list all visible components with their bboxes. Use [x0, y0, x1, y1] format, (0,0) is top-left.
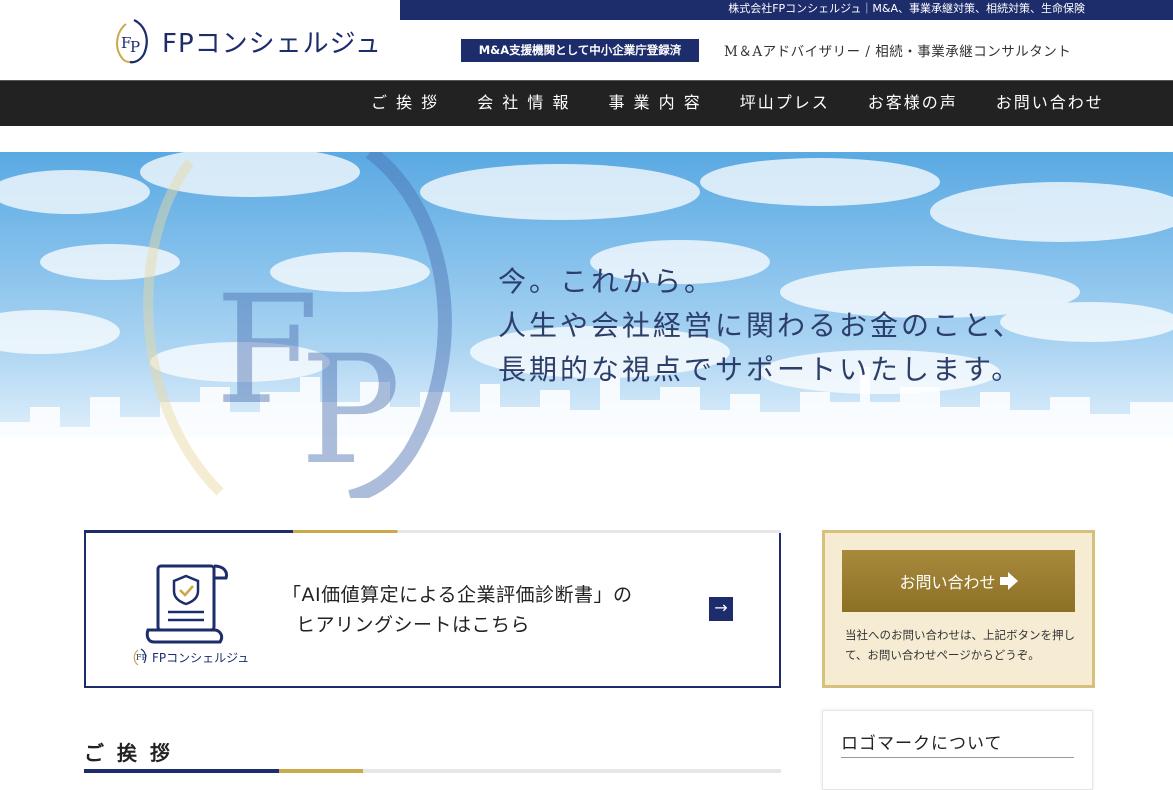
registration-badge: M&A支援機関として中小企業庁登録済 — [461, 39, 699, 62]
certificate-scroll-icon — [145, 564, 228, 644]
card-accent-line — [84, 530, 781, 533]
contact-button-label: お問い合わせ — [899, 573, 996, 592]
hero-message: 今。これから。 人生や会社経営に関わるお金のこと、 長期的な視点でサポートいたし… — [498, 260, 1024, 392]
nav-item-greeting[interactable]: ご 挨 拶 — [352, 81, 458, 127]
greeting-heading: ご 挨 拶 — [84, 741, 173, 765]
hero-line-3: 長期的な視点でサポートいたします。 — [498, 353, 1023, 386]
fp-small-logo-icon: FP — [133, 648, 148, 666]
card-title-line-1: 「AI価値算定による企業評価診断書」の — [282, 584, 633, 606]
hero-line-2: 人生や会社経営に関わるお金のこと、 — [498, 309, 1024, 342]
logomark-sidebar: ロゴマークについて — [822, 710, 1093, 790]
nav-item-company[interactable]: 会 社 情 報 — [458, 81, 589, 127]
contact-note: 当社へのお問い合わせは、上記ボタンを押して、お問い合わせページからどうぞ。 — [845, 628, 1075, 662]
card-brand: FP FPコンシェルジュ — [132, 648, 249, 666]
site-header: 株式会社FPコンシェルジュ｜M&A、事業承継対策、相続対策、生命保険 F P F… — [0, 0, 1173, 80]
topbar-divider — [0, 0, 400, 4]
svg-text:FP: FP — [136, 653, 148, 662]
ai-valuation-banner[interactable]: FP FPコンシェルジュ 「AI価値算定による企業評価診断書」の ヒアリングシー… — [84, 530, 781, 688]
greeting-divider — [84, 769, 781, 773]
card-title-line-2: ヒアリングシートはこちら — [296, 614, 531, 636]
logomark-divider — [841, 757, 1074, 758]
arrow-right-icon — [999, 572, 1018, 590]
logomark-title: ロゴマークについて — [841, 734, 1003, 754]
nav-item-services[interactable]: 事 業 内 容 — [589, 81, 720, 127]
main-nav: ご 挨 拶 会 社 情 報 事 業 内 容 坪山プレス お客様の声 お問い合わせ — [0, 80, 1173, 126]
hero-banner: F P 今。これから。 人生や会社経営に関わるお金のこと、 長期的な視点でサポー… — [0, 152, 1173, 498]
header-tagline: M＆Aアドバイザリー / 相続・事業承継コンサルタント — [724, 44, 1072, 60]
topbar: 株式会社FPコンシェルジュ｜M&A、事業承継対策、相続対策、生命保険 — [400, 0, 1173, 20]
nav-item-testimonials[interactable]: お客様の声 — [849, 81, 977, 127]
site-logo[interactable]: F P FPコンシェルジュ — [112, 18, 382, 64]
hero-line-1: 今。これから。 — [498, 265, 716, 298]
nav-item-press[interactable]: 坪山プレス — [721, 81, 849, 127]
fp-logo-icon: F P — [116, 19, 148, 64]
nav-item-contact[interactable]: お問い合わせ — [977, 81, 1123, 127]
card-brand-text: FPコンシェルジュ — [152, 650, 250, 665]
svg-text:P: P — [300, 324, 401, 498]
arrow-right-icon[interactable]: → — [709, 597, 733, 621]
logo-text: FPコンシェルジュ — [162, 28, 382, 59]
contact-button[interactable]: お問い合わせ — [842, 550, 1075, 612]
contact-sidebar: お問い合わせ 当社へのお問い合わせは、上記ボタンを押して、お問い合わせページから… — [822, 530, 1095, 688]
svg-text:P: P — [130, 38, 140, 56]
